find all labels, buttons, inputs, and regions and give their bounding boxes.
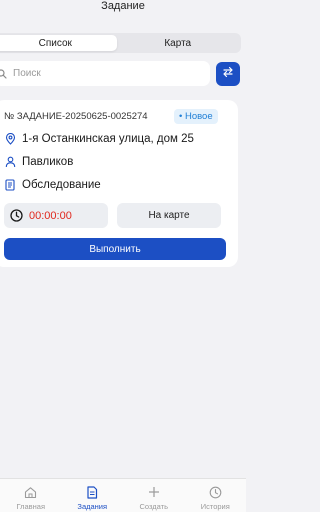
show-on-map-button[interactable]: На карте [117,203,221,228]
page-title: Задание [101,0,145,12]
sort-filter-button[interactable] [216,62,240,86]
history-clock-icon [208,485,222,499]
view-switcher: Список Карта [0,33,241,53]
tab-tasks-label: Задания [77,502,108,511]
location-pin-icon [4,133,16,145]
bottom-tab-bar: Главная Задания Создать История [0,478,246,512]
task-number: № ЗАДАНИЕ-20250625-0025274 [4,111,148,122]
address-row: 1-я Останкинская улица, дом 25 [4,133,194,145]
search-box[interactable] [0,61,210,86]
tab-home-label: Главная [16,502,46,511]
timer-button[interactable]: 00:00:00 [4,203,108,228]
tab-history-label: История [200,502,230,511]
tab-home[interactable]: Главная [0,479,62,512]
search-row [0,61,240,86]
plus-icon [147,485,161,499]
search-icon [0,67,11,81]
clock-icon [10,209,23,222]
task-card[interactable]: № ЗАДАНИЕ-20250625-0025274 • Новое 1-я О… [0,100,238,267]
tab-map[interactable]: Карта [117,35,240,51]
execute-button[interactable]: Выполнить [4,238,226,260]
assignee-row: Павликов [4,156,73,168]
tasks-document-icon [85,485,99,499]
swap-arrows-icon [222,65,234,83]
timer-value: 00:00:00 [29,209,72,222]
tab-create[interactable]: Создать [123,479,185,512]
tab-tasks[interactable]: Задания [62,479,124,512]
task-assignee: Павликов [22,156,74,168]
task-address: 1-я Останкинская улица, дом 25 [22,133,194,145]
home-icon [24,485,38,499]
screen: Задание Список Карта № ЗАДАНИЕ-2 [0,0,246,512]
tab-history[interactable]: История [185,479,247,512]
document-icon [4,179,16,191]
status-badge: • Новое [174,109,218,124]
user-icon [4,156,16,168]
tab-list[interactable]: Список [0,35,117,51]
type-row: Обследование [4,179,101,191]
search-input[interactable] [13,68,193,79]
tab-create-label: Создать [139,502,168,511]
header: Задание [0,0,246,22]
task-type: Обследование [22,179,101,191]
